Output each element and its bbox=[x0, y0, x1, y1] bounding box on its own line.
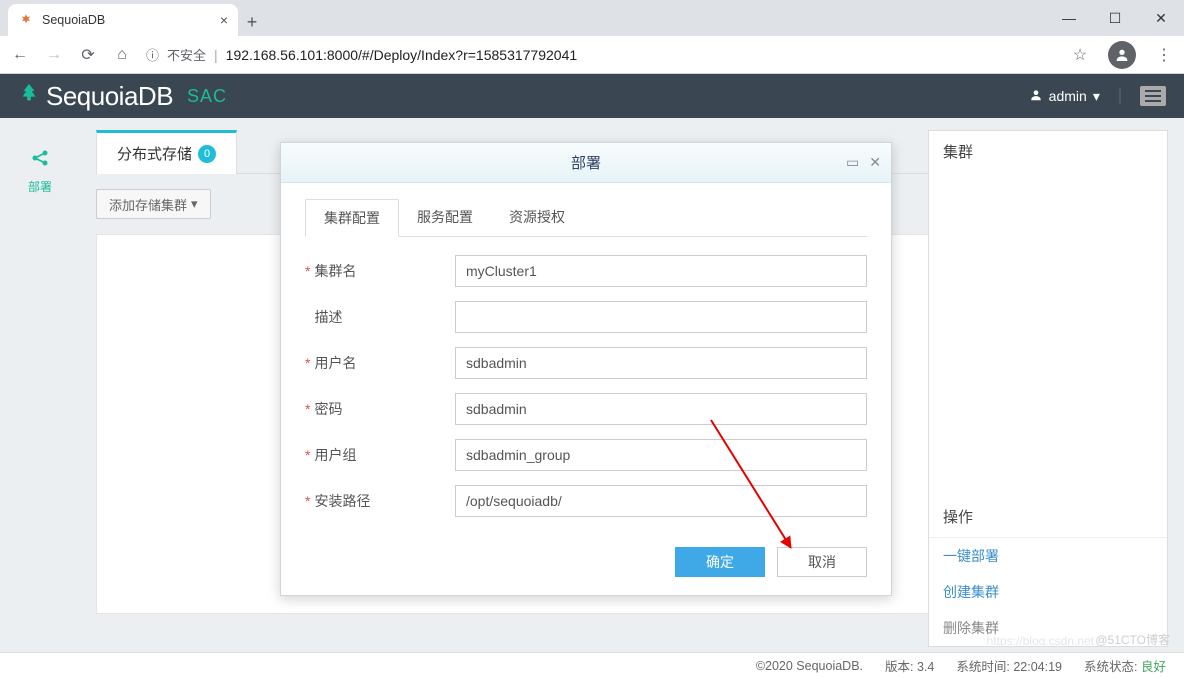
username: admin bbox=[1049, 88, 1087, 104]
url-text: 192.168.56.101:8000/#/Deploy/Index?r=158… bbox=[226, 47, 577, 63]
system-time: 系统时间: 22:04:19 bbox=[956, 656, 1062, 675]
insecure-label: 不安全 bbox=[167, 45, 206, 64]
input-install-path[interactable] bbox=[455, 485, 867, 517]
ops-create-cluster[interactable]: 创建集群 bbox=[929, 574, 1167, 610]
tab-badge: 0 bbox=[198, 145, 216, 163]
tab-label: 分布式存储 bbox=[117, 143, 192, 164]
modal-tabs: 集群配置 服务配置 资源授权 bbox=[305, 199, 867, 237]
label-password: *密码 bbox=[305, 399, 455, 419]
tab-storage[interactable]: 分布式存储 0 bbox=[96, 130, 237, 174]
system-status: 系统状态: 良好 bbox=[1084, 656, 1166, 675]
status-bar: ©2020 SequoiaDB. 版本: 3.4 系统时间: 22:04:19 … bbox=[0, 652, 1184, 678]
row-cluster-name: *集群名 bbox=[305, 255, 867, 287]
separator: | bbox=[214, 47, 218, 63]
version: 版本: 3.4 bbox=[885, 656, 934, 675]
copyright: ©2020 SequoiaDB. bbox=[756, 659, 863, 673]
input-desc[interactable] bbox=[455, 301, 867, 333]
user-menu[interactable]: admin ▾ bbox=[1029, 88, 1100, 105]
chevron-down-icon: ▾ bbox=[1093, 88, 1100, 105]
ops-title: 操作 bbox=[929, 496, 1167, 538]
browser-tab-strip: SequoiaDB × + ― ☐ ✕ bbox=[0, 0, 1184, 36]
row-install-path: *安装路径 bbox=[305, 485, 867, 517]
modal-footer: 确定 取消 bbox=[281, 537, 891, 595]
label-cluster-name: *集群名 bbox=[305, 261, 455, 281]
row-group: *用户组 bbox=[305, 439, 867, 471]
share-icon bbox=[30, 148, 50, 174]
modal-close-icon[interactable]: ✕ bbox=[869, 154, 881, 171]
ok-button[interactable]: 确定 bbox=[675, 547, 765, 577]
address-bar: ← → ⟳ ⌂ ⓘ 不安全 | 192.168.56.101:8000/#/De… bbox=[0, 36, 1184, 74]
bookmark-icon[interactable]: ☆ bbox=[1070, 45, 1090, 65]
nav-reload-icon[interactable]: ⟳ bbox=[78, 45, 98, 65]
label-install-path: *安装路径 bbox=[305, 491, 455, 511]
input-password[interactable] bbox=[455, 393, 867, 425]
button-label: 添加存储集群 bbox=[109, 195, 187, 214]
info-icon: ⓘ bbox=[146, 45, 159, 64]
brand-sub: SAC bbox=[187, 86, 227, 107]
label-desc: *描述 bbox=[305, 307, 455, 327]
user-icon bbox=[1029, 88, 1043, 105]
label-group: *用户组 bbox=[305, 445, 455, 465]
ops-panel: 集群 操作 一键部署 创建集群 删除集群 bbox=[928, 130, 1168, 647]
nav-back-icon[interactable]: ← bbox=[10, 46, 30, 64]
new-tab-button[interactable]: + bbox=[238, 8, 266, 36]
row-username: *用户名 bbox=[305, 347, 867, 379]
brand-logo: SequoiaDB SAC bbox=[18, 81, 227, 112]
modal-maximize-icon[interactable]: ▭ bbox=[846, 154, 859, 171]
favicon-icon bbox=[18, 12, 34, 28]
modal-title: 部署 bbox=[571, 152, 601, 173]
watermark-51cto: @51CTO博客 bbox=[1095, 631, 1170, 648]
watermark-csdn: https://blog.csdn.net bbox=[987, 634, 1094, 648]
tab-cluster-config[interactable]: 集群配置 bbox=[305, 199, 399, 237]
input-username[interactable] bbox=[455, 347, 867, 379]
modal-title-bar: 部署 ▭ ✕ bbox=[281, 143, 891, 183]
chevron-down-icon: ▾ bbox=[191, 196, 198, 212]
browser-tab[interactable]: SequoiaDB × bbox=[8, 4, 238, 36]
cancel-button[interactable]: 取消 bbox=[777, 547, 867, 577]
ops-cluster-label: 集群 bbox=[929, 131, 1167, 166]
sidebar: 部署 bbox=[0, 118, 80, 652]
row-desc: *描述 bbox=[305, 301, 867, 333]
ops-one-click[interactable]: 一键部署 bbox=[929, 538, 1167, 574]
window-minimize-button[interactable]: ― bbox=[1046, 0, 1092, 36]
deploy-modal: 部署 ▭ ✕ 集群配置 服务配置 资源授权 *集群名 *描述 *用户名 *密码 bbox=[280, 142, 892, 596]
window-maximize-button[interactable]: ☐ bbox=[1092, 0, 1138, 36]
input-cluster-name[interactable] bbox=[455, 255, 867, 287]
modal-body: 集群配置 服务配置 资源授权 *集群名 *描述 *用户名 *密码 *用户组 *安… bbox=[281, 183, 891, 537]
app-header: SequoiaDB SAC admin ▾ | bbox=[0, 74, 1184, 118]
kebab-menu-icon[interactable]: ⋮ bbox=[1154, 45, 1174, 65]
brand-text: SequoiaDB bbox=[46, 81, 173, 112]
tree-icon bbox=[18, 82, 40, 110]
sidebar-item-label: 部署 bbox=[28, 178, 52, 195]
row-password: *密码 bbox=[305, 393, 867, 425]
nav-home-icon[interactable]: ⌂ bbox=[112, 46, 132, 64]
window-close-button[interactable]: ✕ bbox=[1138, 0, 1184, 36]
tab-resource-auth[interactable]: 资源授权 bbox=[491, 199, 583, 236]
tab-service-config[interactable]: 服务配置 bbox=[399, 199, 491, 236]
tab-close-icon[interactable]: × bbox=[220, 12, 228, 28]
divider: | bbox=[1118, 87, 1122, 105]
add-storage-cluster-button[interactable]: 添加存储集群 ▾ bbox=[96, 189, 211, 219]
input-group[interactable] bbox=[455, 439, 867, 471]
sidebar-item-deploy[interactable]: 部署 bbox=[0, 148, 80, 195]
nav-forward-icon: → bbox=[44, 46, 64, 64]
label-username: *用户名 bbox=[305, 353, 455, 373]
menu-icon[interactable] bbox=[1140, 86, 1166, 106]
tab-title: SequoiaDB bbox=[42, 13, 105, 27]
profile-avatar-icon[interactable] bbox=[1108, 41, 1136, 69]
url-field[interactable]: ⓘ 不安全 | 192.168.56.101:8000/#/Deploy/Ind… bbox=[146, 45, 1046, 64]
